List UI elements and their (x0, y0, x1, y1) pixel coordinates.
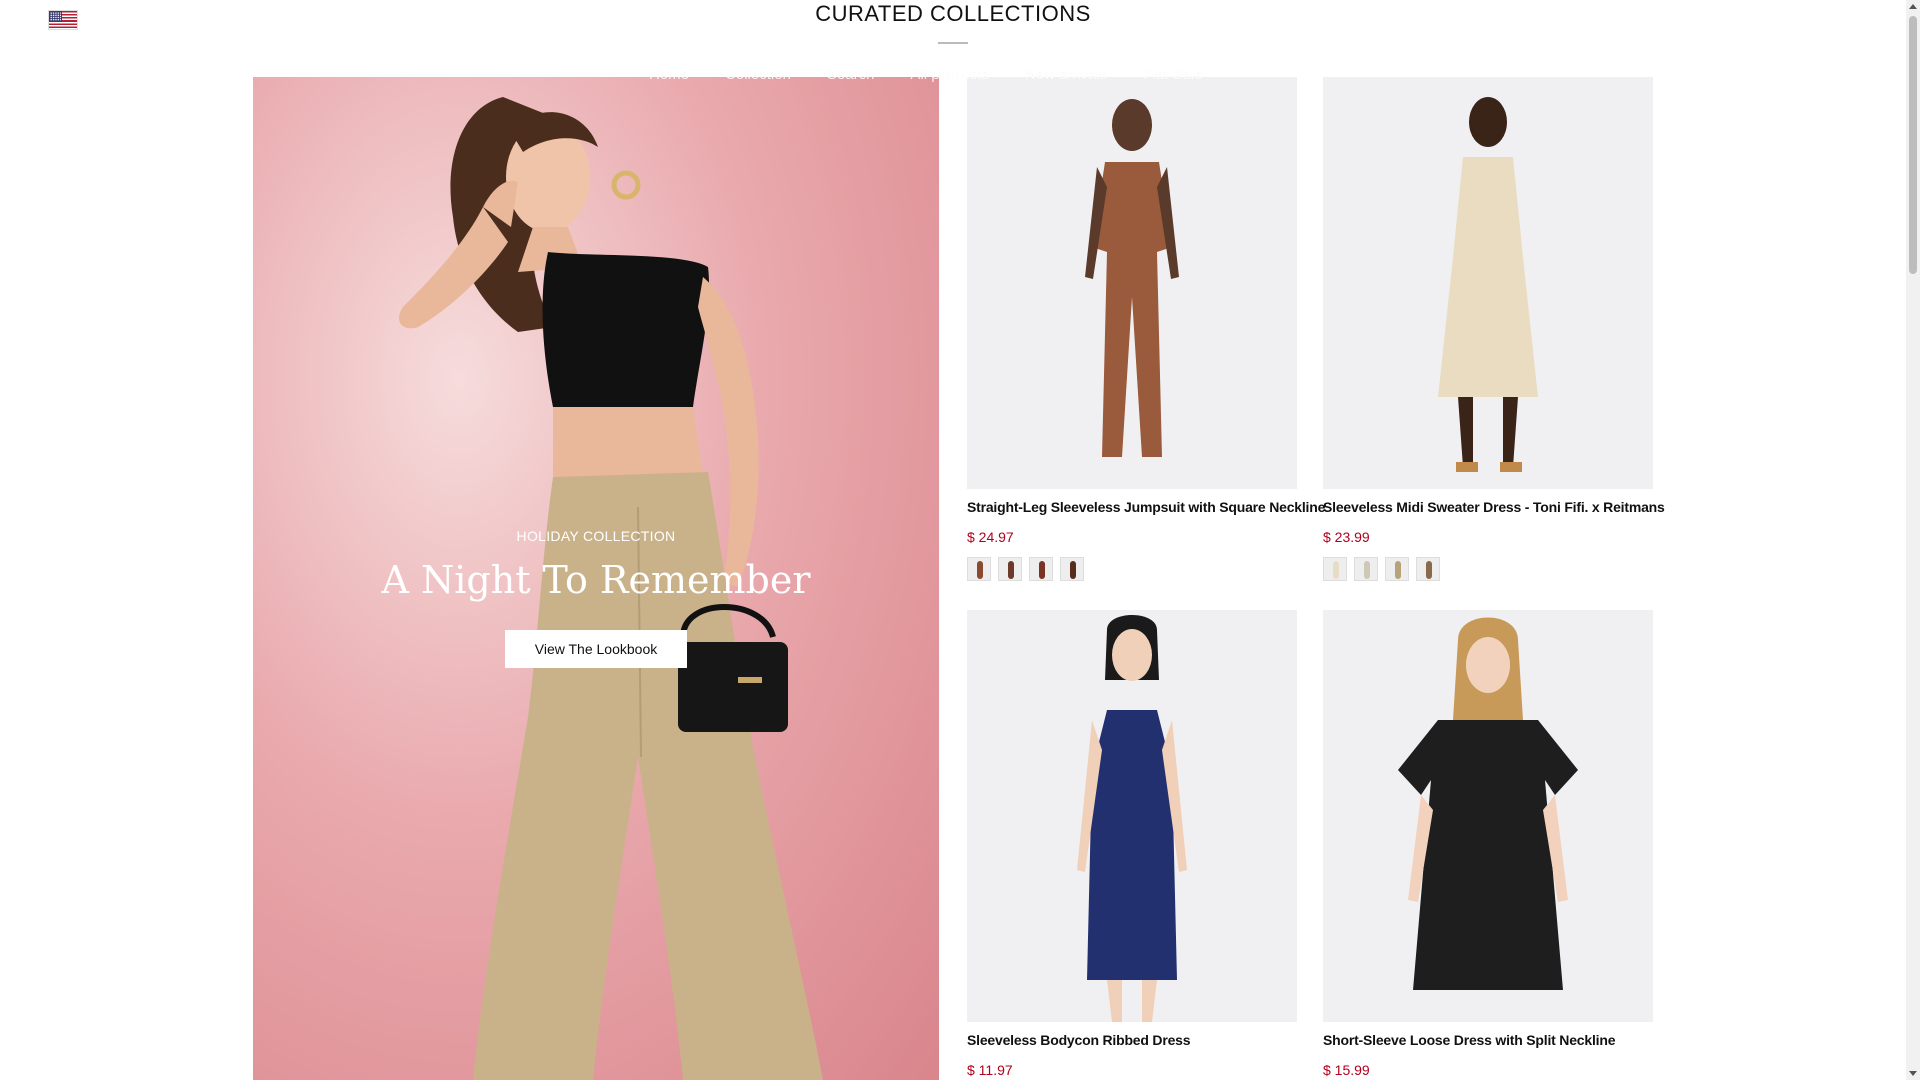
product-card[interactable]: Sleeveless Bodycon Ribbed Dress $ 11.97 (967, 610, 1297, 1078)
nav-item-flat-sale[interactable]: Flat Sale (1143, 66, 1202, 83)
product-price: $ 23.99 (1323, 529, 1370, 545)
color-swatches (967, 557, 1297, 581)
product-title[interactable]: Sleeveless Bodycon Ribbed Dress (967, 1032, 1297, 1048)
product-image[interactable] (1323, 77, 1653, 489)
product-price: $ 15.99 (1323, 1062, 1370, 1078)
nav-item-home[interactable]: Home (649, 66, 689, 83)
hero-content: HOLIDAY COLLECTION A Night To Remember V… (253, 528, 939, 668)
color-swatch[interactable] (998, 557, 1022, 581)
product-title[interactable]: Straight-Leg Sleeveless Jumpsuit with Sq… (967, 499, 1325, 515)
scrollbar[interactable] (1906, 0, 1920, 1080)
color-swatch[interactable] (967, 557, 991, 581)
view-lookbook-button[interactable]: View The Lookbook (504, 630, 688, 668)
nav-item-all-products[interactable]: All products (910, 66, 988, 83)
hero-title: A Night To Remember (381, 558, 811, 602)
hero-banner[interactable]: HOLIDAY COLLECTION A Night To Remember V… (253, 77, 939, 1080)
product-card[interactable]: Sleeveless Midi Sweater Dress - Toni Fif… (1323, 77, 1665, 581)
product-image[interactable] (1323, 610, 1653, 1022)
main-nav: Home Collection Search All products New … (649, 66, 1239, 83)
product-price: $ 11.97 (967, 1062, 1013, 1078)
nav-item-collection[interactable]: Collection (725, 66, 791, 83)
scroll-up-icon[interactable] (1909, 4, 1917, 9)
color-swatch[interactable] (1029, 557, 1053, 581)
product-image[interactable] (967, 77, 1297, 489)
color-swatch[interactable] (1354, 557, 1378, 581)
product-price: $ 24.97 (967, 529, 1014, 545)
color-swatch[interactable] (1385, 557, 1409, 581)
product-card[interactable]: Short-Sleeve Loose Dress with Split Neck… (1323, 610, 1653, 1078)
product-title[interactable]: Short-Sleeve Loose Dress with Split Neck… (1323, 1032, 1653, 1048)
product-title[interactable]: Sleeveless Midi Sweater Dress - Toni Fif… (1323, 499, 1665, 515)
title-divider (938, 42, 968, 44)
scroll-down-icon[interactable] (1909, 1071, 1917, 1076)
nav-item-new-arrivals[interactable]: New arrivals (1025, 66, 1108, 83)
color-swatch[interactable] (1416, 557, 1440, 581)
scrollbar-thumb[interactable] (1909, 16, 1917, 274)
page-title: CURATED COLLECTIONS (815, 1, 1091, 26)
nav-item-search[interactable]: Search (827, 66, 875, 83)
product-card[interactable]: Straight-Leg Sleeveless Jumpsuit with Sq… (967, 77, 1325, 581)
color-swatch[interactable] (1323, 557, 1347, 581)
color-swatch[interactable] (1060, 557, 1084, 581)
hero-eyebrow: HOLIDAY COLLECTION (516, 528, 676, 544)
product-image[interactable] (967, 610, 1297, 1022)
color-swatches (1323, 557, 1653, 581)
